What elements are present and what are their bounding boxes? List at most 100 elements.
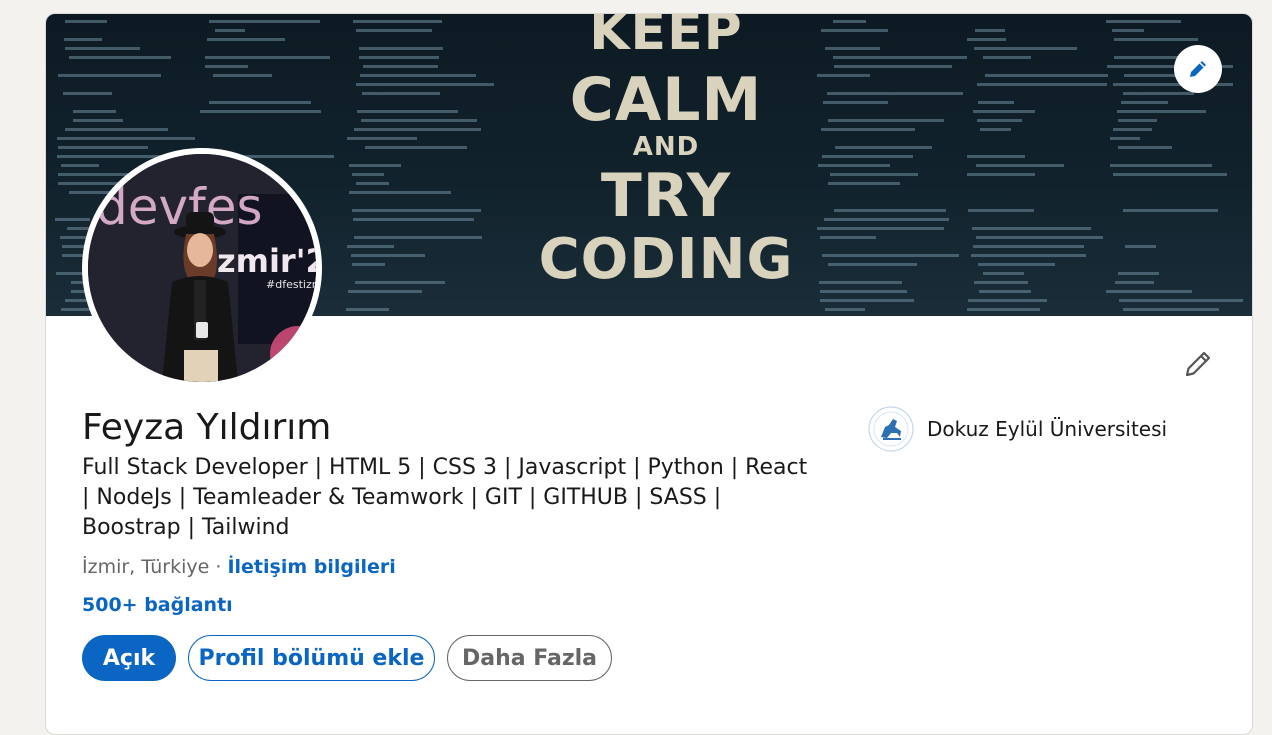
code-line	[1110, 164, 1212, 167]
separator: ·	[209, 556, 228, 578]
code-line	[348, 290, 422, 293]
code-line	[835, 146, 932, 149]
profile-headline: Full Stack Developer | HTML 5 | CSS 3 | …	[82, 455, 808, 540]
code-line	[346, 308, 389, 311]
code-line	[63, 92, 112, 95]
code-line	[819, 281, 902, 284]
code-line	[361, 119, 477, 122]
code-line	[352, 263, 385, 266]
code-line	[347, 245, 394, 248]
edit-cover-button[interactable]	[1174, 45, 1222, 93]
code-line	[977, 119, 1022, 122]
profile-name: Feyza Yıldırım	[82, 407, 332, 448]
code-line	[971, 254, 1086, 257]
code-line	[975, 29, 1005, 32]
poster-line: CODING	[538, 227, 794, 292]
code-line	[834, 65, 952, 68]
connections-link[interactable]: 500+ bağlantı	[82, 594, 233, 616]
code-line	[968, 209, 1034, 212]
code-line	[967, 308, 1040, 311]
code-line	[974, 47, 1077, 50]
code-line	[834, 209, 946, 212]
code-line	[1124, 74, 1176, 77]
code-line	[354, 128, 481, 131]
code-line	[209, 101, 311, 104]
code-line	[974, 281, 1028, 284]
code-line	[357, 110, 458, 113]
code-line	[1123, 92, 1194, 95]
code-line	[824, 218, 949, 221]
code-line	[349, 191, 451, 194]
code-line	[1121, 101, 1168, 104]
code-line	[817, 227, 944, 230]
code-line	[968, 299, 1047, 302]
code-line	[1110, 137, 1140, 140]
avatar: devfes izmir'2 #dfestizmir	[88, 154, 316, 382]
code-line	[356, 83, 494, 86]
code-line	[825, 47, 880, 50]
code-line	[967, 155, 1025, 158]
code-line	[978, 101, 1014, 104]
code-line	[978, 263, 1055, 266]
code-line	[1123, 209, 1218, 212]
profile-photo[interactable]: devfes izmir'2 #dfestizmir	[82, 148, 322, 388]
code-line	[1117, 110, 1206, 113]
code-line	[57, 137, 195, 140]
code-line	[1113, 128, 1152, 131]
profile-card: KEEP CALM AND TRY CODING devfes izmir'2 …	[45, 13, 1253, 735]
backdrop-text: izmir'2	[206, 242, 316, 280]
add-profile-section-button[interactable]: Profil bölümü ekle	[188, 635, 435, 681]
edit-intro-button[interactable]	[1176, 342, 1220, 386]
code-line	[977, 83, 1107, 86]
open-to-button[interactable]: Açık	[82, 635, 176, 681]
code-line	[353, 218, 474, 221]
code-line	[1106, 290, 1192, 293]
code-line	[213, 74, 272, 77]
code-line	[985, 74, 1108, 77]
contact-info-link[interactable]: İletişim bilgileri	[227, 556, 395, 578]
code-line	[973, 110, 1035, 113]
poster-line: TRY	[600, 161, 732, 231]
code-line	[833, 56, 967, 59]
code-line	[352, 173, 384, 176]
code-line	[351, 254, 425, 257]
code-line	[823, 101, 888, 104]
code-line	[1123, 308, 1219, 311]
code-line	[983, 272, 1024, 275]
code-line	[359, 47, 443, 50]
code-line	[967, 38, 1006, 41]
code-line	[353, 20, 442, 23]
code-line	[58, 146, 148, 149]
poster-line: AND	[632, 132, 700, 162]
code-line	[973, 245, 1084, 248]
code-line	[359, 56, 439, 59]
code-line	[347, 137, 417, 140]
code-line	[821, 29, 888, 32]
pencil-icon	[1190, 61, 1206, 77]
poster-line: KEEP	[589, 14, 743, 62]
code-line	[1115, 281, 1154, 284]
code-line	[73, 119, 123, 122]
code-line	[65, 128, 168, 131]
code-line	[73, 110, 116, 113]
keep-calm-poster: KEEP CALM AND TRY CODING	[516, 14, 816, 316]
code-line	[976, 164, 1064, 167]
education-item[interactable]: Dokuz Eylül Üniversitesi	[867, 405, 1167, 453]
code-line	[979, 290, 1031, 293]
code-line	[207, 38, 285, 41]
code-line	[215, 29, 245, 32]
code-line	[200, 110, 321, 113]
code-line	[365, 146, 467, 149]
code-line	[820, 299, 914, 302]
university-name: Dokuz Eylül Üniversitesi	[927, 417, 1168, 441]
backdrop-text: #dfestizmir	[266, 278, 316, 291]
location-text: İzmir, Türkiye	[82, 556, 210, 578]
code-line	[822, 254, 959, 257]
code-line	[817, 74, 870, 77]
more-button[interactable]: Daha Fazla	[447, 635, 612, 681]
code-line	[983, 56, 1031, 59]
code-line	[967, 173, 1035, 176]
code-line	[356, 182, 389, 185]
code-line	[209, 20, 320, 23]
code-line	[362, 92, 440, 95]
